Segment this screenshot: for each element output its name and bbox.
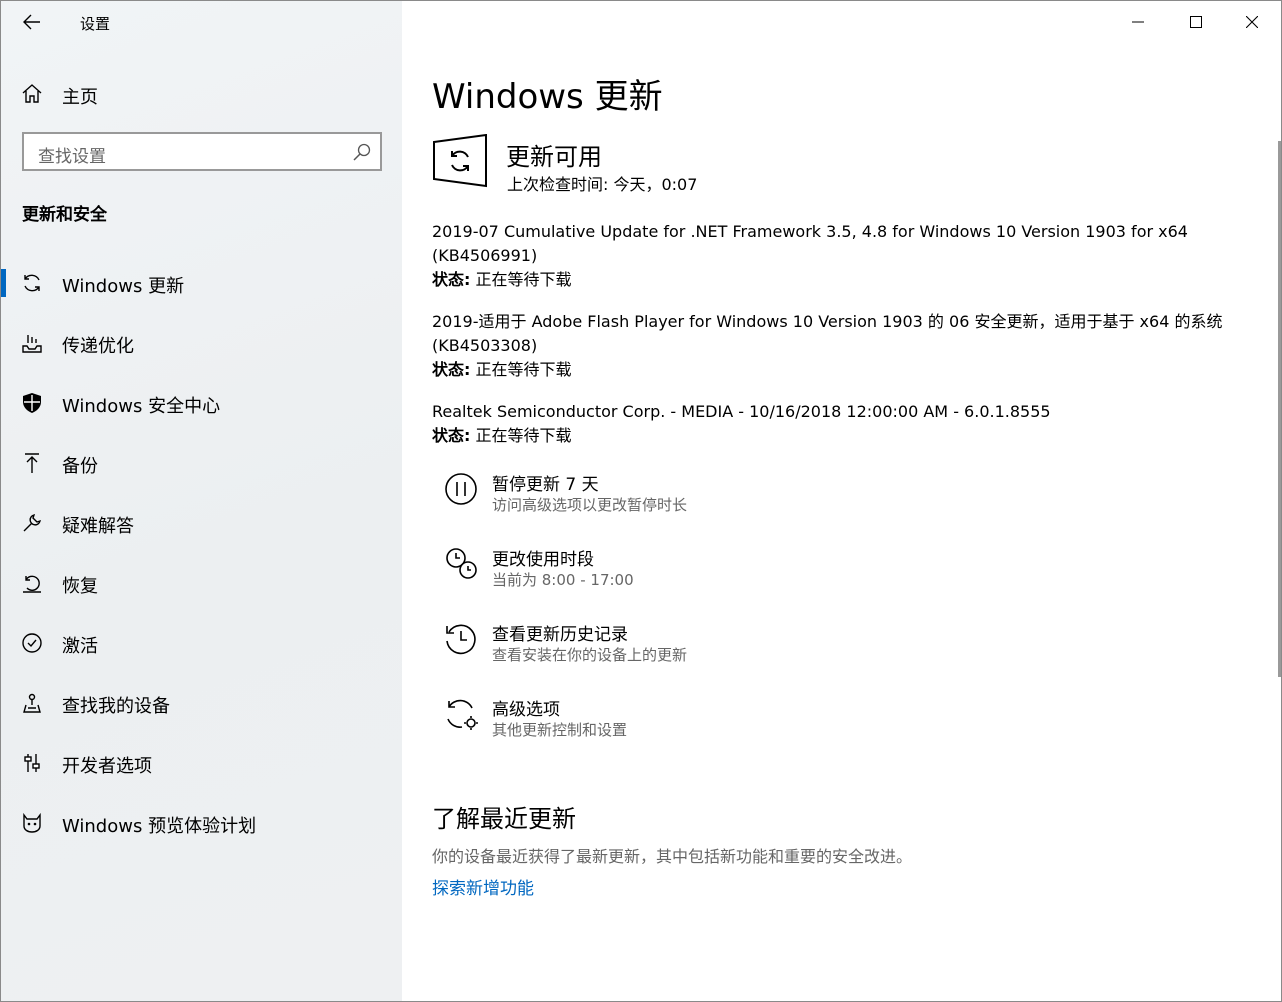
wrench-icon <box>23 514 41 532</box>
shield-icon <box>23 393 41 413</box>
close-button[interactable] <box>1223 1 1281 43</box>
status-label: 状态: <box>432 270 471 289</box>
active-hours-option[interactable]: 更改使用时段 当前为 8:00 - 17:00 <box>442 545 1042 605</box>
maximize-icon <box>1190 16 1202 28</box>
status-label: 状态: <box>432 360 471 379</box>
pause-icon <box>445 473 477 505</box>
sidebar-item-troubleshoot[interactable]: 疑难解答 <box>1 493 402 553</box>
status-value: 正在等待下载 <box>475 360 572 379</box>
titlebar-left: 设置 <box>1 1 402 43</box>
learn-section-title: 了解最近更新 <box>432 805 576 833</box>
sidebar-item-label: Windows 安全中心 <box>62 396 221 417</box>
sidebar-item-activation[interactable]: 激活 <box>1 613 402 673</box>
find-device-icon <box>23 693 41 713</box>
last-check-time: 上次检查时间: 今天，0:07 <box>507 175 698 194</box>
sidebar-nav: Windows 更新 传递优化 Windows 安全中心 备份 疑难解答 恢复 … <box>1 253 402 853</box>
page-title: Windows 更新 <box>432 77 663 117</box>
update-item: 2019-适用于 Adobe Flash Player for Windows … <box>432 310 1252 382</box>
option-title: 查看更新历史记录 <box>492 625 628 645</box>
check-circle-icon <box>22 633 42 653</box>
option-title: 暂停更新 7 天 <box>492 475 599 495</box>
update-name: Realtek Semiconductor Corp. - MEDIA - 10… <box>432 402 1051 421</box>
update-status-icon <box>433 134 487 188</box>
sidebar-item-find-my-device[interactable]: 查找我的设备 <box>1 673 402 733</box>
update-history-option[interactable]: 查看更新历史记录 查看安装在你的设备上的更新 <box>442 620 1042 680</box>
sidebar-item-backup[interactable]: 备份 <box>1 433 402 493</box>
learn-section-description: 你的设备最近获得了最新更新，其中包括新功能和重要的安全改进。 <box>432 847 913 866</box>
home-icon <box>22 84 42 103</box>
update-status: 状态: 正在等待下载 <box>432 268 1252 292</box>
sidebar-item-label: 开发者选项 <box>62 756 152 777</box>
sidebar-item-recovery[interactable]: 恢复 <box>1 553 402 613</box>
sidebar: 设置 主页 查找设置 更新和安全 Windows 更新 传递优化 Windows… <box>1 1 402 1001</box>
pause-updates-option[interactable]: 暂停更新 7 天 访问高级选项以更改暂停时长 <box>442 470 1042 530</box>
search-icon <box>353 143 371 161</box>
update-item: 2019-07 Cumulative Update for .NET Frame… <box>432 220 1252 292</box>
option-subtitle: 访问高级选项以更改暂停时长 <box>492 496 688 514</box>
sidebar-item-windows-security[interactable]: Windows 安全中心 <box>1 373 402 433</box>
history-icon <box>446 624 476 655</box>
option-title: 高级选项 <box>492 700 560 720</box>
update-item: Realtek Semiconductor Corp. - MEDIA - 10… <box>432 400 1252 448</box>
delivery-optimization-icon <box>22 335 42 353</box>
main-panel: Windows 更新 更新可用 上次检查时间: 今天，0:07 2019-07 … <box>402 1 1281 1001</box>
developer-sliders-icon <box>24 754 40 772</box>
update-list: 2019-07 Cumulative Update for .NET Frame… <box>432 220 1252 466</box>
sidebar-item-label: 查找我的设备 <box>62 696 170 717</box>
update-status: 状态: 正在等待下载 <box>432 358 1252 382</box>
update-name: 2019-适用于 Adobe Flash Player for Windows … <box>432 312 1223 355</box>
sidebar-item-label: 恢复 <box>62 576 98 597</box>
sidebar-item-developer-options[interactable]: 开发者选项 <box>1 733 402 793</box>
sidebar-item-label: 疑难解答 <box>62 516 134 537</box>
update-name: 2019-07 Cumulative Update for .NET Frame… <box>432 222 1188 265</box>
status-value: 正在等待下载 <box>475 270 572 289</box>
minimize-button[interactable] <box>1109 1 1167 43</box>
option-title: 更改使用时段 <box>492 550 594 570</box>
maximize-button[interactable] <box>1167 1 1225 43</box>
minimize-icon <box>1132 21 1144 23</box>
sidebar-item-label: Windows 预览体验计划 <box>62 816 257 837</box>
back-arrow-icon <box>23 14 40 30</box>
sidebar-item-windows-update[interactable]: Windows 更新 <box>1 253 402 313</box>
section-title: 更新和安全 <box>22 205 107 225</box>
sidebar-item-delivery-optimization[interactable]: 传递优化 <box>1 313 402 373</box>
app-title: 设置 <box>80 15 111 33</box>
scrollbar[interactable] <box>1278 141 1281 677</box>
home-label: 主页 <box>62 87 98 108</box>
sidebar-item-windows-insider[interactable]: Windows 预览体验计划 <box>1 793 402 853</box>
search-input[interactable]: 查找设置 <box>22 132 382 171</box>
active-hours-clock-icon <box>446 548 477 579</box>
home-nav-item[interactable]: 主页 <box>1 75 402 113</box>
option-subtitle: 查看安装在你的设备上的更新 <box>492 646 688 664</box>
advanced-options-option[interactable]: 高级选项 其他更新控制和设置 <box>442 695 1042 755</box>
backup-arrow-icon <box>25 453 39 473</box>
close-icon <box>1246 16 1258 28</box>
update-status: 状态: 正在等待下载 <box>432 424 1252 448</box>
sync-icon <box>24 274 40 292</box>
advanced-sync-gear-icon <box>447 699 478 730</box>
explore-new-features-link[interactable]: 探索新增功能 <box>432 874 534 899</box>
update-status-heading: 更新可用 <box>506 143 602 171</box>
option-subtitle: 当前为 8:00 - 17:00 <box>492 571 634 589</box>
sidebar-item-label: 备份 <box>62 456 98 477</box>
sidebar-item-label: 传递优化 <box>62 336 134 357</box>
recovery-icon <box>23 575 41 593</box>
insider-cat-icon <box>23 812 41 833</box>
option-subtitle: 其他更新控制和设置 <box>492 721 628 739</box>
status-label: 状态: <box>432 426 471 445</box>
sidebar-item-label: Windows 更新 <box>62 276 185 297</box>
status-value: 正在等待下载 <box>475 426 572 445</box>
sidebar-item-label: 激活 <box>62 636 98 657</box>
search-placeholder: 查找设置 <box>38 147 106 167</box>
back-button[interactable] <box>15 7 49 37</box>
settings-window: 设置 主页 查找设置 更新和安全 Windows 更新 传递优化 Windows… <box>0 0 1282 1002</box>
